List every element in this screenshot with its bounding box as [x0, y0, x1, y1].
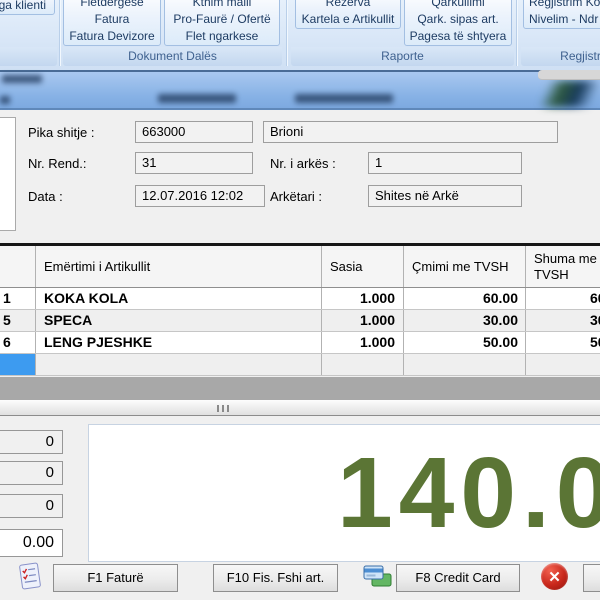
grand-total-display: 140.00	[88, 424, 600, 562]
row-qty-cell[interactable]: 1.000	[322, 332, 404, 353]
ribbon-button-kthim-malli[interactable]: Kthim malli Pro-Faurë / Ofertë Flet ngar…	[164, 0, 280, 46]
ribbon-button-label: ga klienti	[0, 0, 54, 16]
ribbon-button-line: Fatura	[64, 11, 160, 28]
row-amount-cell[interactable]: 30.00	[526, 310, 600, 331]
row-code-cell[interactable]: 6	[0, 332, 36, 353]
selected-cell[interactable]	[0, 354, 36, 375]
row-name-cell[interactable]: SPECA	[36, 310, 322, 331]
f10-fshi-art-button[interactable]: F10 Fis. Fshi art.	[213, 564, 338, 592]
ribbon-button-regjistrim[interactable]: Regjistrim Ko Nivelim - Ndr	[523, 0, 600, 29]
ribbon-button-line: Pro-Faurë / Ofertë	[165, 11, 279, 28]
f1-fature-button[interactable]: F1 Faturë	[53, 564, 178, 592]
ribbon-button-fletdergese-fatura[interactable]: Fletdërgesë Fatura Fatura Devizore	[63, 0, 161, 46]
blurred-text	[295, 94, 393, 103]
row-price-cell[interactable]: 30.00	[404, 310, 526, 331]
nr-rend-label: Nr. Rend.:	[28, 156, 87, 171]
pika-shitje-name-field: Brioni	[263, 121, 558, 143]
ribbon-button-line: Regjistrim Ko	[524, 0, 600, 11]
items-grid: Emërtimi i Artikullit Sasia Çmimi me TVS…	[0, 243, 600, 376]
pika-shitje-code-field: 663000	[135, 121, 253, 143]
pos-window: ga klienti Fletdërgesë Fatura Fatura Dev…	[0, 0, 600, 600]
ribbon-button-line: Kthim malli	[165, 0, 279, 11]
ribbon-button-line: Qarkullimi	[405, 0, 511, 11]
row-amount-cell[interactable]	[526, 354, 600, 375]
row-qty-cell[interactable]: 1.000	[322, 288, 404, 309]
ribbon-group-dokument-dales: Dokument Dalës	[63, 47, 282, 66]
ribbon-group-raporte: Raporte	[291, 47, 514, 66]
arketari-label: Arkëtari :	[270, 189, 322, 204]
row-code-cell[interactable]: 5	[0, 310, 36, 331]
nr-rend-field: 31	[135, 152, 253, 174]
column-header-emertimi: Emërtimi i Artikullit	[36, 246, 322, 287]
ribbon-button-line: Pagesa të shtyera	[405, 28, 511, 45]
row-qty-cell[interactable]	[322, 354, 404, 375]
ribbon-group-partial	[0, 47, 57, 66]
scrollbar-fragment[interactable]	[538, 70, 600, 80]
nr-arkes-label: Nr. i arkës :	[270, 156, 336, 171]
row-name-cell[interactable]: LENG PJESHKE	[36, 332, 322, 353]
data-field: 12.07.2016 12:02	[135, 185, 265, 207]
table-row[interactable]: 1 KOKA KOLA 1.000 60.00 60.00	[0, 288, 600, 310]
nr-arkes-field: 1	[368, 152, 522, 174]
ribbon-button-rezerva-kartela[interactable]: Rezerva Kartela e Artikullit	[295, 0, 401, 29]
ribbon-button-line: Rezerva	[296, 0, 400, 11]
row-price-cell[interactable]	[404, 354, 526, 375]
blurred-text	[158, 94, 236, 103]
row-name-cell[interactable]	[36, 354, 322, 375]
row-name-cell[interactable]: KOKA KOLA	[36, 288, 322, 309]
horizontal-splitter[interactable]	[0, 400, 600, 416]
total-box-amount[interactable]: 0.00	[0, 529, 63, 557]
table-row-empty[interactable]	[0, 354, 600, 376]
ribbon: ga klienti Fletdërgesë Fatura Fatura Dev…	[0, 0, 600, 71]
arketari-field: Shites në Arkë	[368, 185, 522, 207]
row-price-cell[interactable]: 50.00	[404, 332, 526, 353]
ribbon-button-line: Kartela e Artikullit	[296, 11, 400, 28]
row-amount-cell[interactable]: 60.00	[526, 288, 600, 309]
ribbon-group-separator	[286, 0, 287, 66]
f8-credit-card-button[interactable]: F8 Credit Card	[396, 564, 520, 592]
row-code-cell[interactable]: 1	[0, 288, 36, 309]
grand-total-value: 140.00	[337, 436, 600, 551]
invoice-checklist-icon[interactable]	[16, 561, 44, 591]
row-amount-cell[interactable]: 50.00	[526, 332, 600, 353]
blurred-text	[0, 96, 10, 104]
ribbon-button-line: Qark. sipas art.	[405, 11, 511, 28]
column-header-sasia: Sasia	[322, 246, 404, 287]
ribbon-group-separator	[516, 0, 517, 66]
ribbon-button-line: Flet ngarkese	[165, 28, 279, 45]
left-panel-fragment	[0, 117, 16, 231]
column-header-code	[0, 246, 36, 287]
ribbon-group-regjistrime: Regjistr	[521, 47, 600, 66]
ribbon-button-qarkullimi[interactable]: Qarkullimi Qark. sipas art. Pagesa të sh…	[404, 0, 512, 46]
column-header-cmimi: Çmimi me TVSH	[404, 246, 526, 287]
column-header-shuma: Shuma me TVSH	[526, 246, 600, 287]
table-row[interactable]: 5 SPECA 1.000 30.00 30.00	[0, 310, 600, 332]
table-row[interactable]: 6 LENG PJESHKE 1.000 50.00 50.00	[0, 332, 600, 354]
grid-bottom-band	[0, 377, 600, 400]
ribbon-group-separator	[59, 0, 60, 66]
total-box-2: 0	[0, 461, 63, 485]
ribbon-button-line: Nivelim - Ndr	[524, 11, 600, 28]
pika-shitje-label: Pika shitje :	[28, 125, 94, 140]
credit-card-icon[interactable]	[363, 564, 393, 590]
ribbon-button-line: Fatura Devizore	[64, 28, 160, 45]
company-logo-blurred	[541, 81, 598, 107]
blurred-tab-text	[2, 75, 42, 83]
ribbon-button-pagesa-nga-klienti[interactable]: ga klienti	[0, 0, 55, 15]
data-label: Data :	[28, 189, 63, 204]
row-qty-cell[interactable]: 1.000	[322, 310, 404, 331]
partial-right-button[interactable]	[583, 564, 600, 592]
ribbon-button-line: Fletdërgesë	[64, 0, 160, 11]
cancel-x-icon[interactable]: ✕	[541, 563, 568, 590]
total-box-3: 0	[0, 494, 63, 518]
total-box-1: 0	[0, 430, 63, 454]
document-title-band	[0, 70, 600, 110]
grid-header-row: Emërtimi i Artikullit Sasia Çmimi me TVS…	[0, 246, 600, 288]
row-price-cell[interactable]: 60.00	[404, 288, 526, 309]
splitter-grip-icon[interactable]	[217, 405, 231, 412]
